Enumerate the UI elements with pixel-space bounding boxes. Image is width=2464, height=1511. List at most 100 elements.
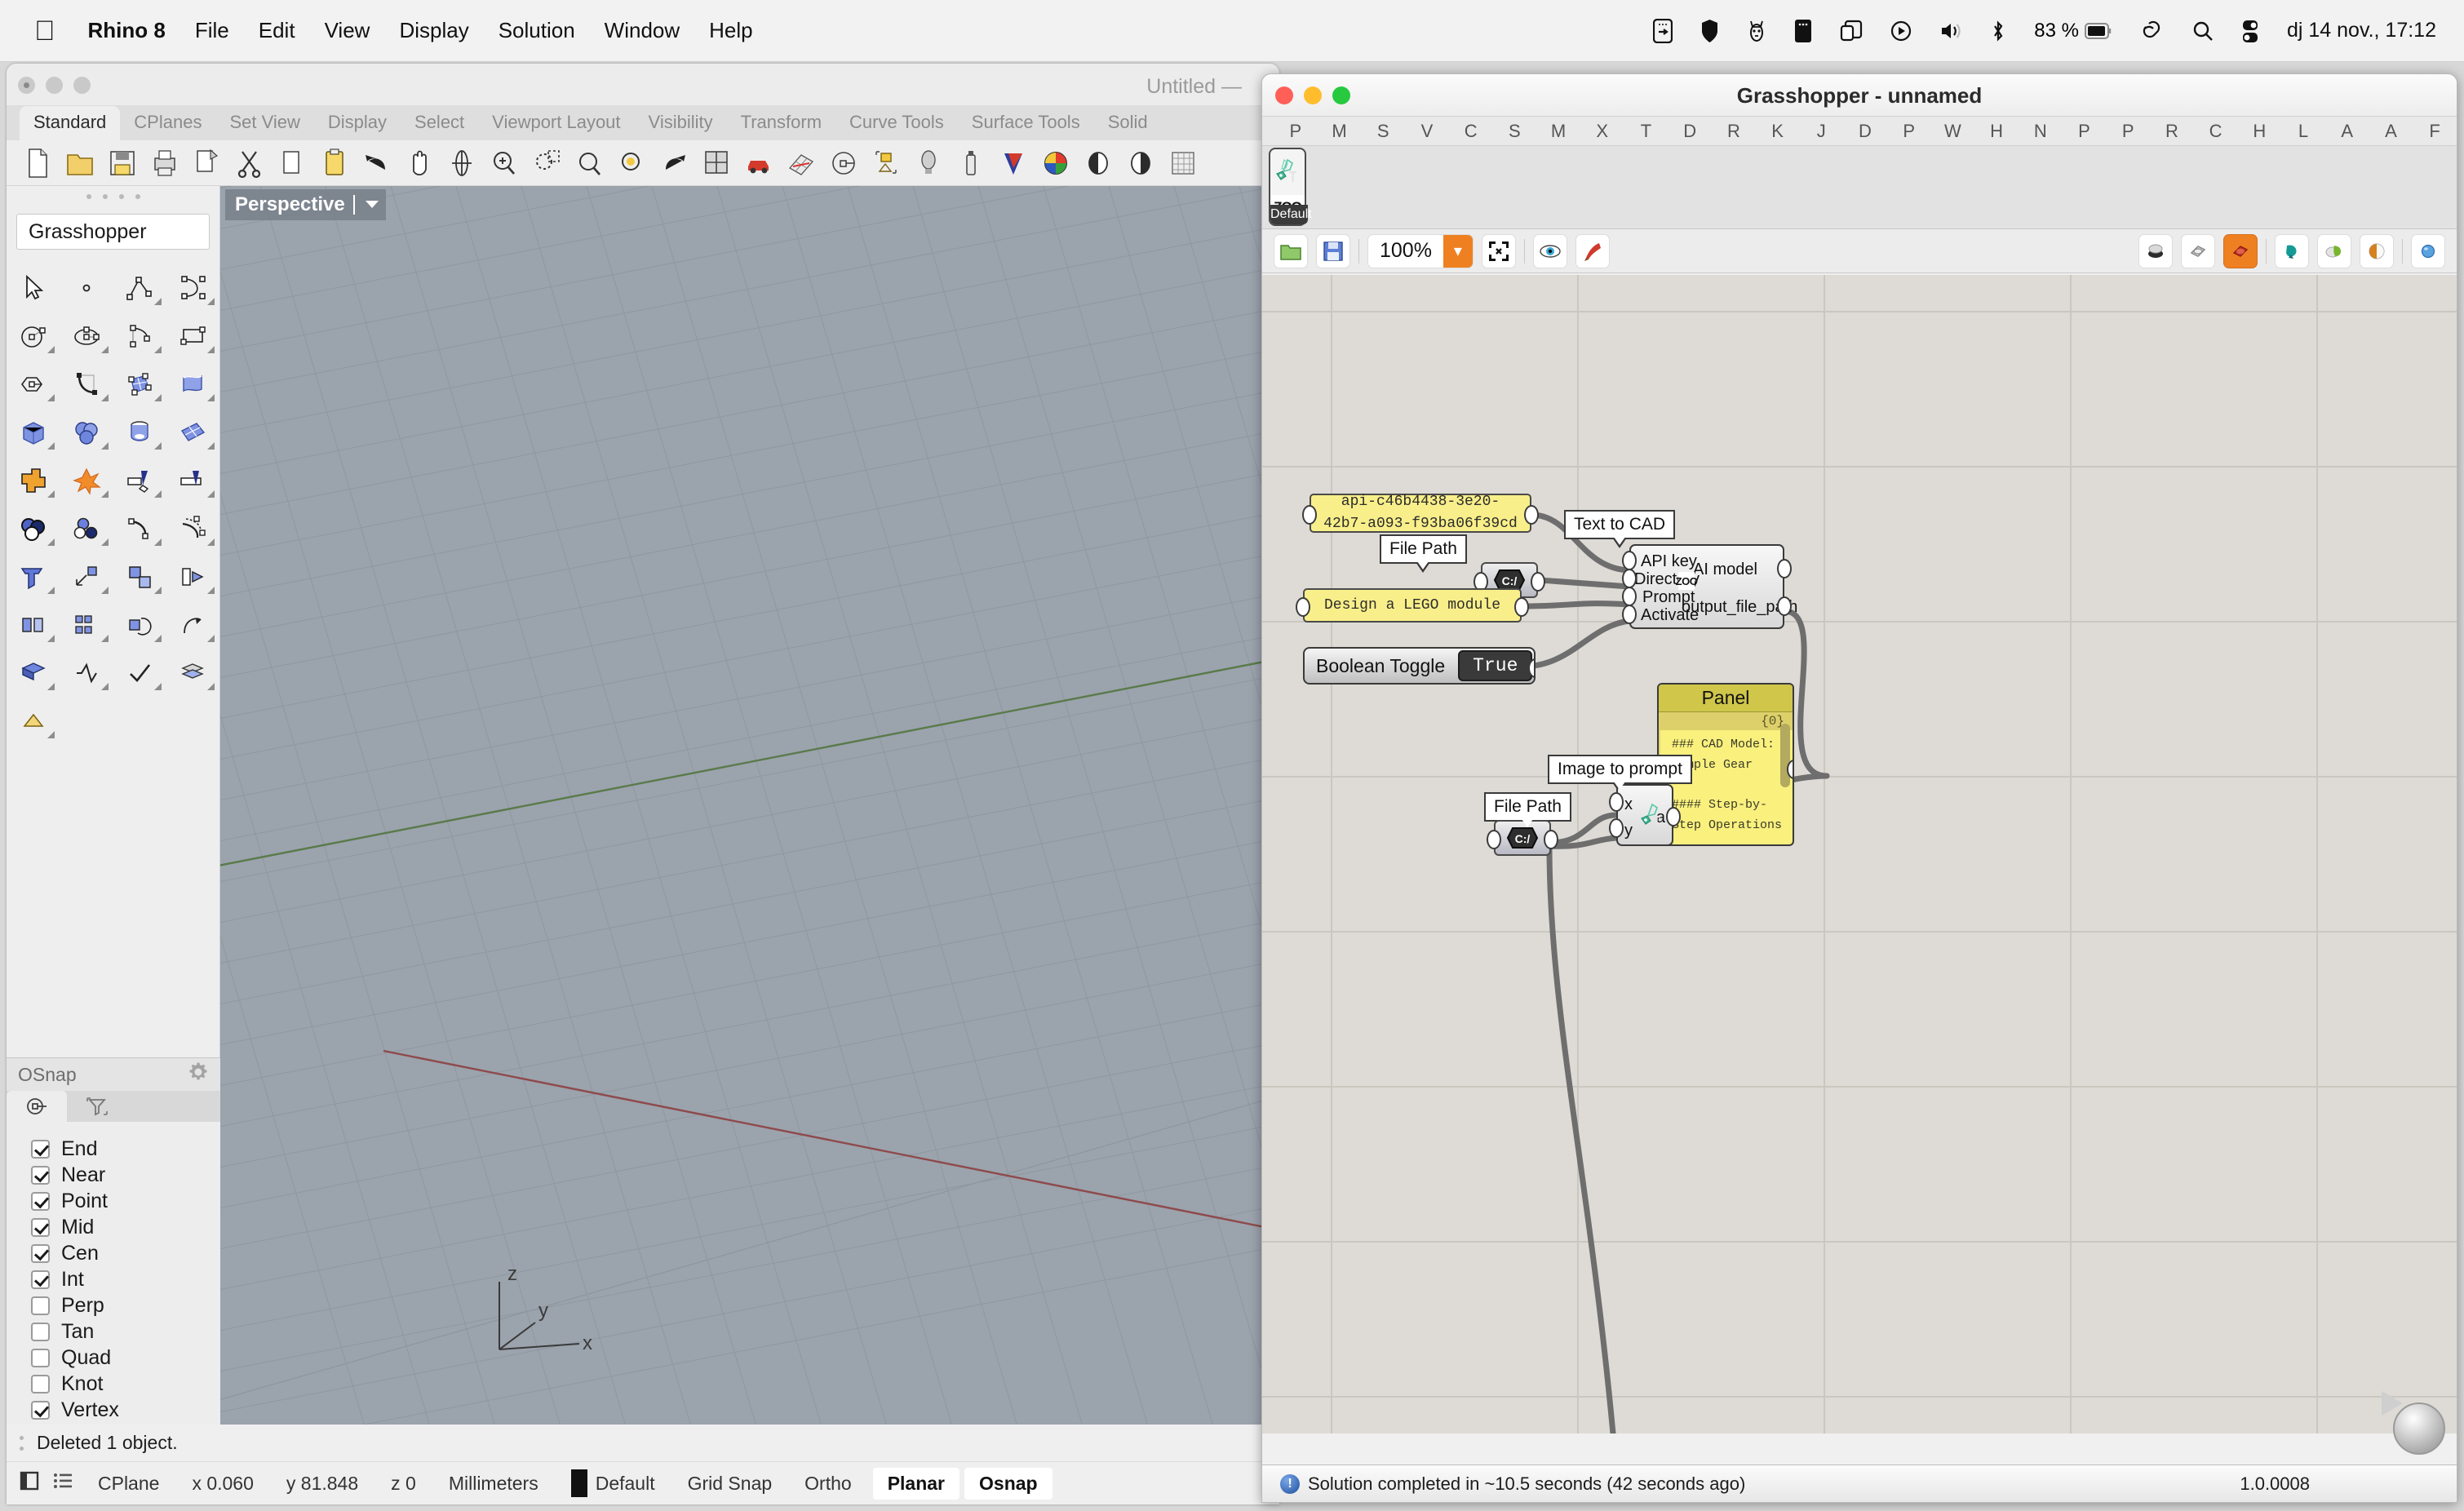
gh-menu-item[interactable]: M (1318, 121, 1362, 142)
input-port-api-key[interactable] (1622, 551, 1637, 570)
gh-menu-item[interactable]: S (1361, 121, 1405, 142)
tab-display[interactable]: Display (314, 106, 401, 140)
rhino-viewport[interactable]: Perspective z y x (220, 186, 1279, 1504)
osnap-vertex[interactable]: Vertex (31, 1398, 220, 1422)
gh-close-button[interactable] (1275, 86, 1293, 104)
rhino-command-line[interactable]: Deleted 1 object. (7, 1425, 1279, 1462)
tab-solid[interactable]: Solid (1094, 106, 1162, 140)
offset-curve-icon[interactable] (113, 507, 166, 550)
gh-menu-item[interactable]: P (2063, 121, 2107, 142)
preview-off-icon[interactable] (2138, 233, 2173, 268)
input-port-activate[interactable] (1622, 605, 1637, 624)
zoom-target-icon[interactable] (447, 147, 480, 179)
preview-sphere-icon[interactable] (2411, 233, 2445, 268)
named-cplane-icon[interactable] (871, 147, 904, 179)
eye-icon[interactable] (1532, 233, 1567, 268)
point-icon[interactable] (60, 266, 113, 309)
checkbox[interactable] (31, 1165, 50, 1185)
output-port[interactable] (1531, 572, 1545, 592)
menu-view[interactable]: View (325, 18, 370, 43)
nav-sphere-widget[interactable] (2393, 1402, 2445, 1455)
split-icon[interactable] (166, 459, 219, 502)
panel-toggle-icon[interactable] (20, 1469, 39, 1498)
new-file-icon[interactable] (23, 147, 55, 179)
preview-mesh-icon[interactable] (2360, 233, 2394, 268)
palette-search-input[interactable]: Grasshopper (16, 214, 210, 250)
gh-minimize-button[interactable] (1304, 86, 1322, 104)
intersect-icon[interactable] (7, 507, 60, 550)
filter-icon[interactable] (67, 1091, 127, 1122)
gh-menu-item[interactable]: V (1405, 121, 1449, 142)
gh-menu-item[interactable]: T (1624, 121, 1669, 142)
input-port-y[interactable] (1609, 818, 1624, 838)
checkbox[interactable] (31, 1191, 50, 1211)
boolean-toggle[interactable]: Boolean Toggle True (1303, 647, 1536, 685)
gh-menu-item[interactable]: X (1580, 121, 1624, 142)
tab-surface-tools[interactable]: Surface Tools (958, 106, 1094, 140)
zoom-selected-icon[interactable] (617, 147, 649, 179)
menu-display[interactable]: Display (399, 18, 468, 43)
zoom-window-icon[interactable] (532, 147, 565, 179)
osnap-point[interactable]: Point (31, 1189, 220, 1213)
gh-menu-item[interactable]: N (2019, 121, 2063, 142)
difference-icon[interactable] (60, 507, 113, 550)
dimension-icon[interactable] (7, 651, 60, 694)
gh-menu-item[interactable]: F (2413, 121, 2457, 142)
surface-patch-icon[interactable] (166, 410, 219, 454)
gh-zoom-control[interactable]: 100% ▾ (1367, 233, 1474, 268)
gh-ribbon-category[interactable]: ZOO Default (1269, 148, 1312, 226)
grid-icon[interactable] (1168, 147, 1201, 179)
input-port[interactable] (1487, 830, 1501, 849)
shortcuts-icon[interactable] (1653, 18, 1673, 43)
input-port[interactable] (1296, 597, 1310, 617)
bluetooth-icon[interactable] (1990, 19, 2006, 43)
light-icon[interactable] (914, 147, 946, 179)
check-icon[interactable] (113, 651, 166, 694)
list-icon[interactable] (52, 1469, 73, 1498)
trim-icon[interactable] (113, 459, 166, 502)
rotate-icon[interactable] (113, 603, 166, 646)
gh-maximize-button[interactable] (1332, 86, 1350, 104)
output-port-ai-model[interactable] (1777, 559, 1792, 578)
menu-window[interactable]: Window (605, 18, 680, 43)
print-icon[interactable] (150, 147, 183, 179)
rhino-close-button[interactable] (18, 77, 35, 94)
input-port-prompt[interactable] (1622, 587, 1637, 606)
box-icon[interactable] (7, 410, 60, 454)
battery-indicator[interactable]: 83 % (2034, 20, 2112, 42)
open-folder-icon[interactable] (65, 147, 98, 179)
status-osnap[interactable]: Osnap (964, 1467, 1053, 1500)
circle-icon[interactable] (7, 314, 60, 357)
surface-srf-icon[interactable] (113, 362, 166, 405)
input-port[interactable] (1302, 505, 1317, 525)
playback-icon[interactable] (1890, 19, 1912, 43)
gh-menu-item[interactable]: P (2106, 121, 2150, 142)
bake-teal-icon[interactable] (2275, 233, 2309, 268)
ellipse-icon[interactable] (60, 314, 113, 357)
menu-file[interactable]: File (195, 18, 229, 43)
output-port-output-file-path[interactable] (1777, 596, 1792, 616)
rhino-maximize-button[interactable] (73, 77, 91, 94)
status-layer[interactable]: Default (555, 1469, 671, 1497)
rhino-minimize-button[interactable] (46, 77, 63, 94)
osnap-mid[interactable]: Mid (31, 1215, 220, 1239)
gh-menu-item[interactable]: A (2369, 121, 2413, 142)
control-center-icon[interactable] (2241, 19, 2259, 43)
paste-icon[interactable] (320, 147, 352, 179)
osnap-int[interactable]: Int (31, 1267, 220, 1292)
gh-menu-item[interactable]: P (1274, 121, 1318, 142)
osnap-cen[interactable]: Cen (31, 1241, 220, 1265)
status-planar[interactable]: Planar (872, 1467, 960, 1500)
checkbox[interactable] (31, 1348, 50, 1367)
array-icon[interactable] (7, 603, 60, 646)
status-units[interactable]: Millimeters (432, 1473, 555, 1495)
status-ortho[interactable]: Ortho (788, 1473, 868, 1495)
curve-icon[interactable] (166, 266, 219, 309)
gh-menu-item[interactable]: S (1493, 121, 1537, 142)
boolean-union-icon[interactable] (7, 459, 60, 502)
tab-standard[interactable]: Standard (20, 106, 121, 140)
snap-target-icon[interactable] (7, 1091, 67, 1122)
polyline-icon[interactable] (113, 266, 166, 309)
palette-drag-handle[interactable] (7, 186, 219, 207)
search-icon[interactable] (2192, 19, 2214, 43)
